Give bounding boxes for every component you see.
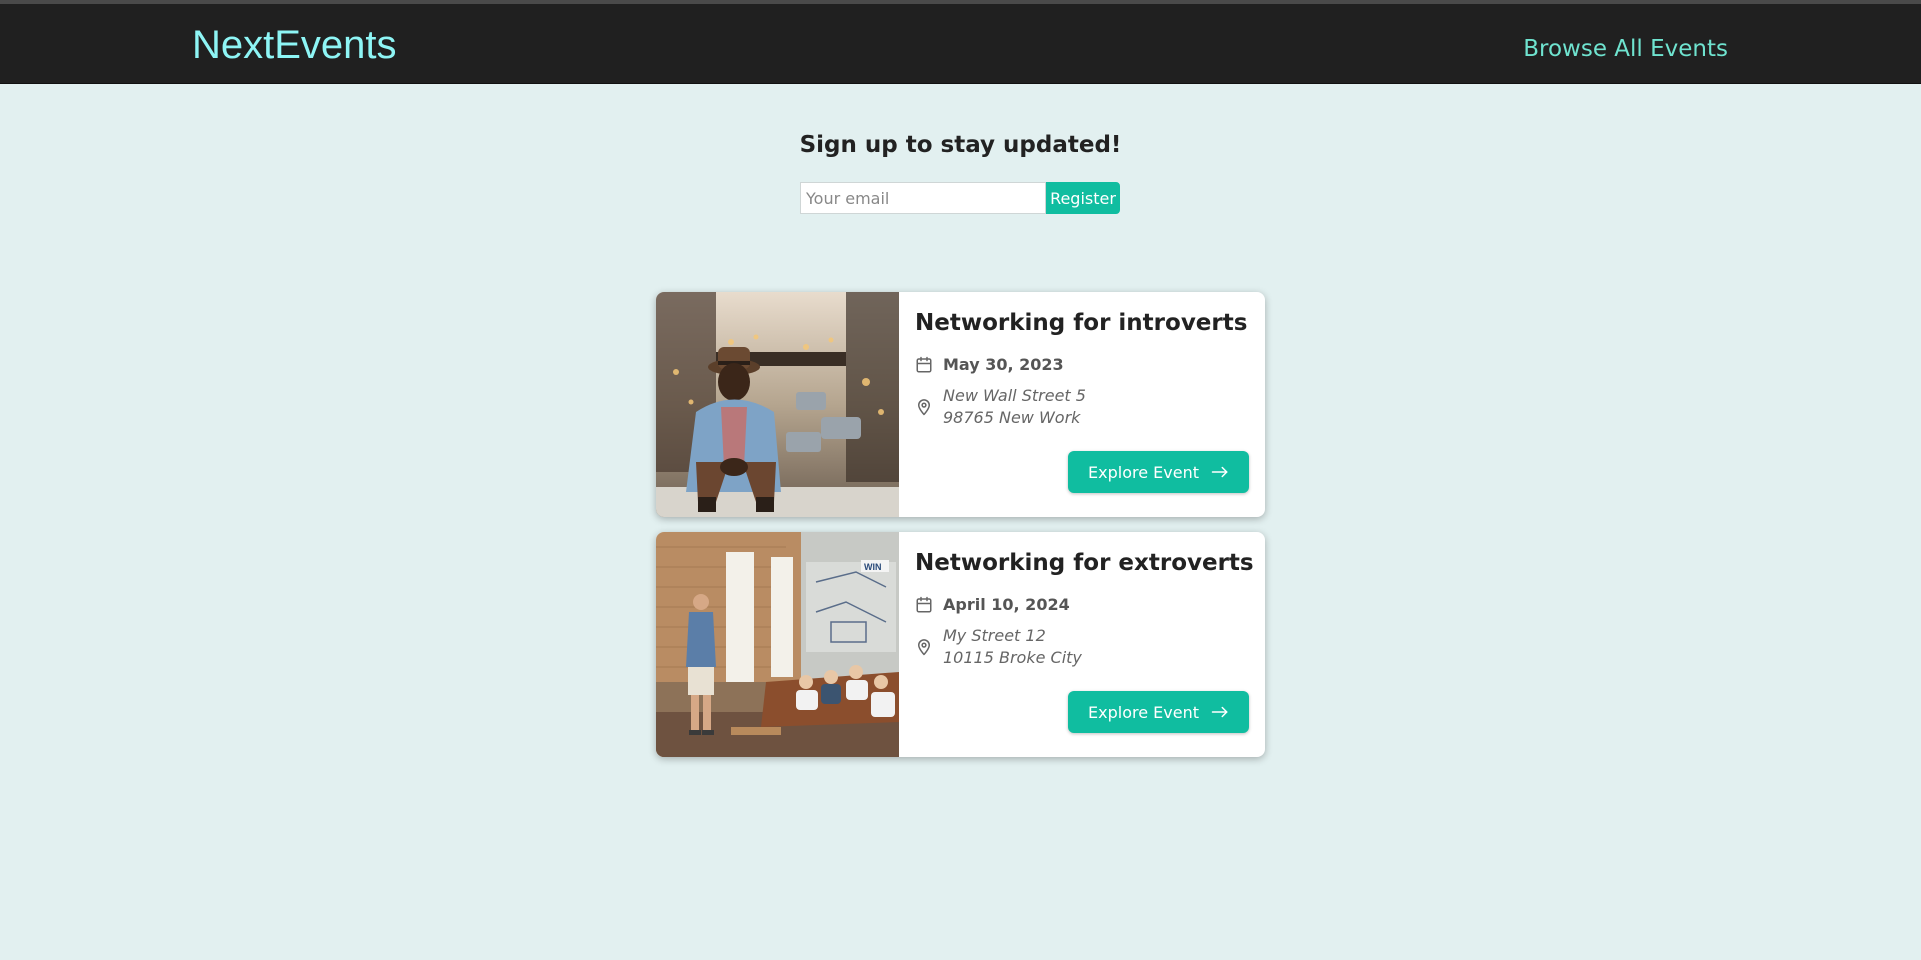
arrow-right-icon [1211, 706, 1228, 718]
newsletter-title: Sign up to stay updated! [799, 132, 1122, 158]
event-image-extroverts: WIN [656, 532, 899, 757]
main-header: NextEvents Browse All Events [0, 0, 1921, 84]
logo-link[interactable]: NextEvents [192, 23, 397, 68]
event-details: Networking for introverts May 30, 2023 N… [915, 292, 1249, 517]
email-input[interactable] [800, 182, 1046, 214]
event-date-row: April 10, 2024 [915, 595, 1070, 614]
explore-event-label: Explore Event [1088, 462, 1199, 482]
map-pin-icon [918, 399, 930, 416]
event-image-introverts [656, 292, 899, 517]
event-date-row: May 30, 2023 [915, 355, 1064, 374]
event-address: New Wall Street 5 98765 New Work [943, 386, 1086, 427]
browse-all-events-link[interactable]: Browse All Events [1523, 36, 1728, 62]
event-details: Networking for extroverts April 10, 2024… [915, 532, 1254, 757]
event-card: Networking for introverts May 30, 2023 N… [656, 292, 1265, 517]
event-date: May 30, 2023 [943, 355, 1064, 374]
explore-event-button[interactable]: Explore Event [1068, 691, 1249, 733]
event-card: WIN Networking for extroverts April 10, … [656, 532, 1265, 757]
event-date: April 10, 2024 [943, 595, 1070, 614]
event-title: Networking for introverts [915, 310, 1248, 336]
event-title: Networking for extroverts [915, 550, 1254, 576]
explore-event-button[interactable]: Explore Event [1068, 451, 1249, 493]
page: NextEvents Browse All Events Sign up to … [0, 0, 1921, 960]
arrow-right-icon [1211, 466, 1228, 478]
map-pin-icon [918, 639, 930, 656]
event-address: My Street 12 10115 Broke City [943, 626, 1082, 667]
newsletter-signup: Sign up to stay updated! Register [0, 132, 1921, 214]
newsletter-form: Register [800, 182, 1120, 214]
calendar-icon [916, 596, 932, 612]
register-button[interactable]: Register [1046, 182, 1120, 214]
event-list: Networking for introverts May 30, 2023 N… [656, 292, 1265, 772]
svg-text:WIN: WIN [864, 562, 882, 572]
event-address-row: New Wall Street 5 98765 New Work [915, 385, 1086, 429]
calendar-icon [916, 356, 932, 372]
event-address-row: My Street 12 10115 Broke City [915, 625, 1082, 669]
explore-event-label: Explore Event [1088, 702, 1199, 722]
